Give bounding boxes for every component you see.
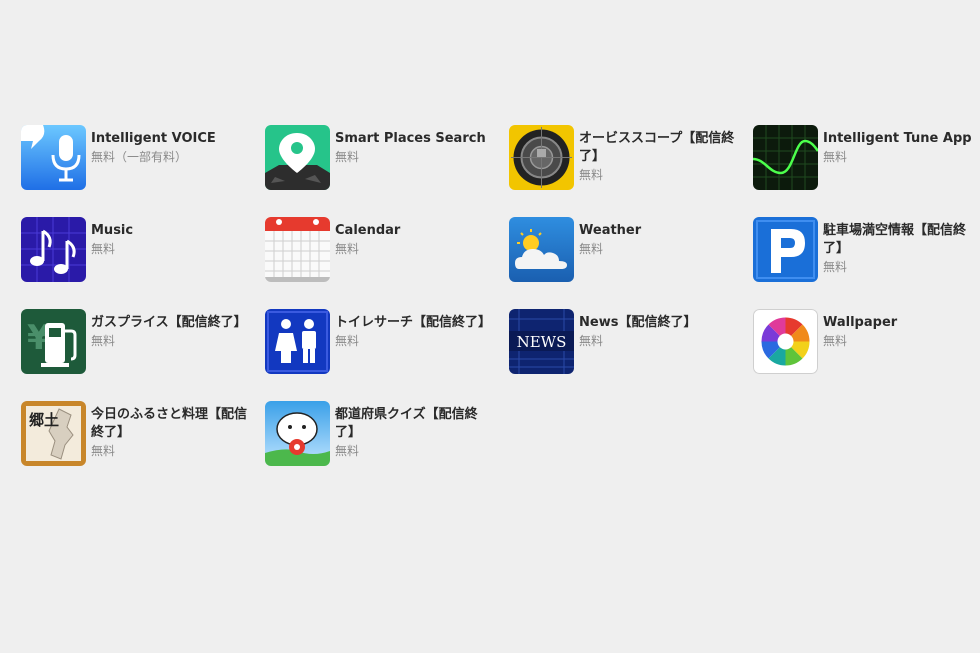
app-tile-gas-price[interactable]: ¥ ガスプライス【配信終了】 無料 xyxy=(21,309,253,379)
app-name[interactable]: 今日のふるさと料理【配信終了】 xyxy=(91,406,251,442)
app-price: 無料 xyxy=(91,444,116,458)
radar-scope-icon xyxy=(509,125,574,190)
app-name[interactable]: Music xyxy=(91,222,251,240)
app-price: 無料 xyxy=(579,334,604,348)
app-name[interactable]: Smart Places Search xyxy=(335,130,495,148)
app-price: 無料（一部有料） xyxy=(91,150,188,164)
app-price: 無料 xyxy=(335,150,360,164)
app-price: 無料 xyxy=(335,334,360,348)
kyodo-icon-text: 郷土 xyxy=(29,411,59,429)
app-name[interactable]: News【配信終了】 xyxy=(579,314,739,332)
app-name[interactable]: Intelligent VOICE xyxy=(91,130,251,148)
app-name[interactable]: ガスプライス【配信終了】 xyxy=(91,314,251,332)
app-tile-intelligent-tune[interactable]: Intelligent Tune App 無料 xyxy=(753,125,980,195)
app-tile-parking[interactable]: 駐車場満空情報【配信終了】 無料 xyxy=(753,217,980,287)
app-tile-smart-places-search[interactable]: Smart Places Search 無料 xyxy=(265,125,497,195)
app-price: 無料 xyxy=(579,242,604,256)
app-price: 無料 xyxy=(823,334,848,348)
app-name[interactable]: オービススコープ【配信終了】 xyxy=(579,130,739,166)
app-tile-weather[interactable]: Weather 無料 xyxy=(509,217,741,287)
app-name[interactable]: Calendar xyxy=(335,222,495,240)
app-tile-orbis-scope[interactable]: オービススコープ【配信終了】 無料 xyxy=(509,125,741,195)
kyodo-icon: 郷土 xyxy=(21,401,86,466)
weather-cloud-sun-icon xyxy=(509,217,574,282)
quiz-mascot-icon xyxy=(265,401,330,466)
app-name[interactable]: トイレサーチ【配信終了】 xyxy=(335,314,495,332)
music-notes-icon xyxy=(21,217,86,282)
app-price: 無料 xyxy=(823,260,848,274)
app-tile-wallpaper[interactable]: Wallpaper 無料 xyxy=(753,309,980,379)
news-icon: NEWS xyxy=(509,309,574,374)
app-price: 無料 xyxy=(335,444,360,458)
waveform-icon xyxy=(753,125,818,190)
restroom-icon xyxy=(265,309,330,374)
app-price: 無料 xyxy=(579,168,604,182)
app-tile-news[interactable]: NEWS News【配信終了】 無料 xyxy=(509,309,741,379)
svg-text:NEWS: NEWS xyxy=(517,333,567,351)
app-tile-calendar[interactable]: Calendar 無料 xyxy=(265,217,497,287)
app-name[interactable]: 駐車場満空情報【配信終了】 xyxy=(823,222,980,258)
app-tile-music[interactable]: Music 無料 xyxy=(21,217,253,287)
microphone-icon xyxy=(21,125,86,190)
app-price: 無料 xyxy=(823,150,848,164)
app-price: 無料 xyxy=(91,334,116,348)
calendar-icon xyxy=(265,217,330,282)
app-name[interactable]: Weather xyxy=(579,222,739,240)
app-price: 無料 xyxy=(91,242,116,256)
fuel-pump-icon: ¥ xyxy=(21,309,86,374)
app-name[interactable]: Intelligent Tune App xyxy=(823,130,980,148)
app-price: 無料 xyxy=(335,242,360,256)
parking-icon xyxy=(753,217,818,282)
app-tile-todofuken-quiz[interactable]: 都道府県クイズ【配信終了】 無料 xyxy=(265,401,497,471)
app-name[interactable]: Wallpaper xyxy=(823,314,980,332)
app-tile-furusato-ryori[interactable]: 郷土 今日のふるさと料理【配信終了】 無料 xyxy=(21,401,253,471)
map-pin-icon xyxy=(265,125,330,190)
app-tile-toilet-search[interactable]: トイレサーチ【配信終了】 無料 xyxy=(265,309,497,379)
color-wheel-icon xyxy=(753,309,818,374)
app-name[interactable]: 都道府県クイズ【配信終了】 xyxy=(335,406,495,442)
app-tile-intelligent-voice[interactable]: Intelligent VOICE 無料（一部有料） xyxy=(21,125,253,195)
